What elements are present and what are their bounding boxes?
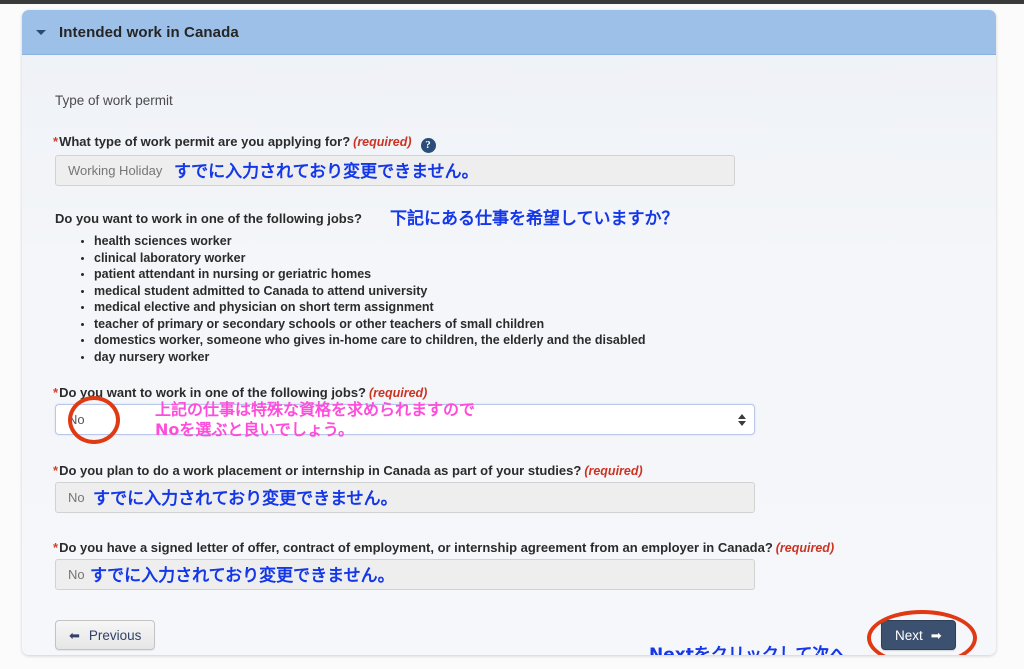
q3-annotation: すでに入力されており変更できません。 xyxy=(93,489,398,509)
jobs-intro-label: Do you want to work in one of the follow… xyxy=(55,211,362,226)
q2-required-text: (required) xyxy=(368,386,428,400)
panel-title: Intended work in Canada xyxy=(59,23,239,41)
list-item: teacher of primary or secondary schools … xyxy=(78,316,646,333)
q4-label-row: *Do you have a signed letter of offer, c… xyxy=(53,540,834,556)
required-asterisk: * xyxy=(53,540,59,555)
q2-label: Do you want to work in one of the follow… xyxy=(59,385,366,400)
previous-button-label: Previous xyxy=(88,627,142,643)
q2-label-row: *Do you want to work in one of the follo… xyxy=(53,385,427,401)
q3-value: No xyxy=(68,490,85,505)
q1-label-wrap: *What type of work permit are you applyi… xyxy=(53,134,412,149)
q3-required-text: (required) xyxy=(584,464,643,478)
intended-work-panel: Intended work in Canada Type of work per… xyxy=(22,10,996,655)
panel-body: Type of work permit *What type of work p… xyxy=(22,55,996,655)
q1-annotation: すでに入力されており変更できません。 xyxy=(174,162,479,182)
list-item: patient attendant in nursing or geriatri… xyxy=(78,266,646,283)
arrow-right-icon: ➡ xyxy=(930,627,942,643)
next-button[interactable]: Next ➡ xyxy=(881,620,956,650)
list-item: medical student admitted to Canada to at… xyxy=(78,283,646,300)
q4-annotation: すでに入力されており変更できません。 xyxy=(90,566,395,586)
q2-selected-value: No xyxy=(68,412,85,427)
q4-label: Do you have a signed letter of offer, co… xyxy=(59,540,773,555)
q3-label-row: *Do you plan to do a work placement or i… xyxy=(53,463,643,479)
section-label: Type of work permit xyxy=(55,93,173,108)
jobs-intro-annotation: 下記にある仕事を希望していますか？ xyxy=(390,209,679,229)
page-canvas: Intended work in Canada Type of work per… xyxy=(0,4,1024,669)
list-item: clinical laboratory worker xyxy=(78,250,646,267)
q4-value: No xyxy=(68,567,85,582)
q1-label: What type of work permit are you applyin… xyxy=(59,134,351,149)
q1-label-row: *What type of work permit are you applyi… xyxy=(53,133,436,153)
arrow-left-icon: ⬅ xyxy=(69,627,80,643)
question-mark-icon[interactable]: ? xyxy=(420,138,436,153)
q2-annotation-line2: Noを選ぶと良いでしょう。 xyxy=(155,420,354,439)
q1-required-text: (required) xyxy=(353,135,412,149)
q3-label: Do you plan to do a work placement or in… xyxy=(59,463,582,478)
next-annotation: Nextをクリックして次へ xyxy=(649,645,847,655)
select-spinner-icon[interactable] xyxy=(738,413,746,426)
list-item: domestics worker, someone who gives in-h… xyxy=(78,332,646,349)
q2-annotation-line1: 上記の仕事は特殊な資格を求められますので xyxy=(155,400,476,419)
list-item: day nursery worker xyxy=(78,349,646,366)
previous-button-wrap: ⬅ Previous xyxy=(55,620,156,650)
previous-button[interactable]: ⬅ Previous xyxy=(55,620,156,650)
required-asterisk: * xyxy=(53,134,59,149)
next-button-label: Next xyxy=(895,627,923,643)
required-asterisk: * xyxy=(53,463,59,478)
chevron-down-icon[interactable] xyxy=(36,29,46,35)
list-item: medical elective and physician on short … xyxy=(78,299,646,316)
required-asterisk: * xyxy=(53,385,59,400)
jobs-list: health sciences worker clinical laborato… xyxy=(78,233,646,365)
q4-required-text: (required) xyxy=(775,541,835,555)
q1-value: Working Holiday xyxy=(68,163,163,178)
list-item: health sciences worker xyxy=(78,233,646,250)
panel-header[interactable]: Intended work in Canada xyxy=(22,10,996,55)
next-button-wrap: Next ➡ xyxy=(881,620,956,650)
